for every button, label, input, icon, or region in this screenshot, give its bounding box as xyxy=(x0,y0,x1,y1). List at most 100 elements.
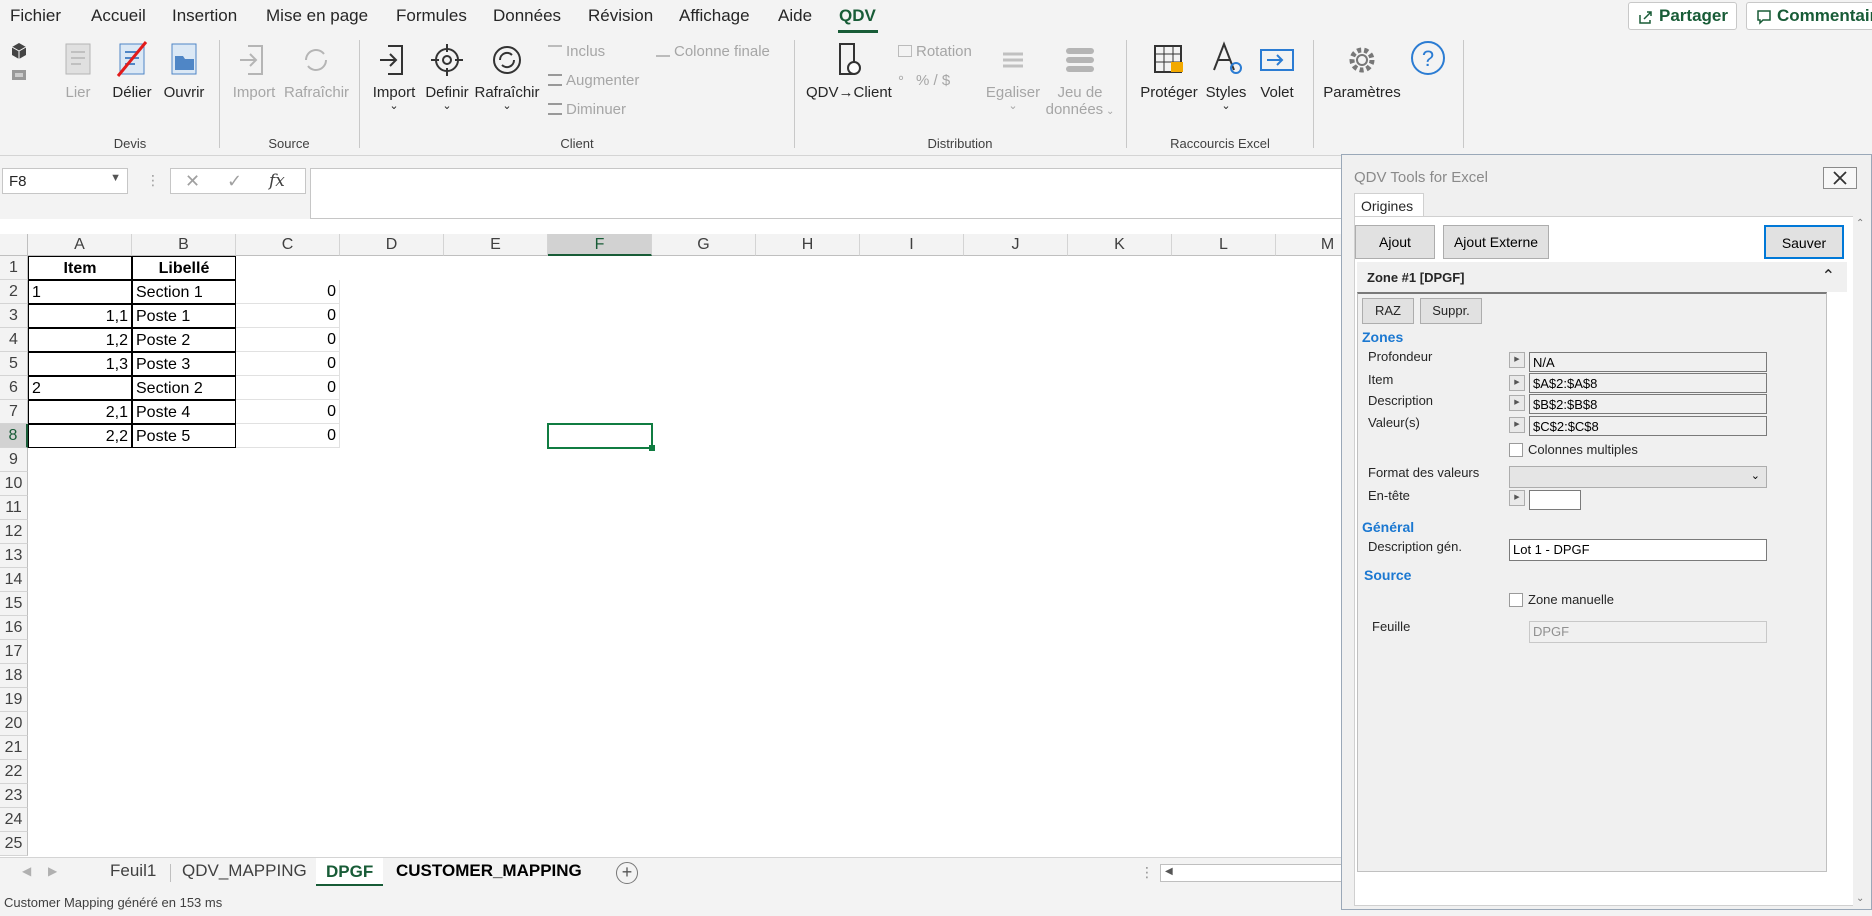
client-import-button[interactable]: Import ⌄ xyxy=(370,40,418,112)
scroll-left-icon[interactable]: ◀ xyxy=(1165,866,1173,877)
profondeur-field[interactable]: N/A xyxy=(1529,352,1767,372)
menu-qdv[interactable]: QDV xyxy=(839,6,876,26)
column-header-l[interactable]: L xyxy=(1172,234,1276,256)
menu-insertion[interactable]: Insertion xyxy=(172,6,237,26)
entete-picker[interactable]: ▶ xyxy=(1509,490,1525,506)
delier-button[interactable]: Délier xyxy=(110,40,154,101)
cell-c8[interactable]: 0 xyxy=(236,424,340,448)
fill-handle[interactable] xyxy=(649,445,655,451)
menu-aide[interactable]: Aide xyxy=(778,6,812,26)
row-header-11[interactable]: 11 xyxy=(0,496,28,520)
menu-revision[interactable]: Révision xyxy=(588,6,653,26)
row-header-18[interactable]: 18 xyxy=(0,664,28,688)
feuille-field[interactable]: DPGF xyxy=(1529,621,1767,643)
menu-formules[interactable]: Formules xyxy=(396,6,467,26)
pane-close-button[interactable] xyxy=(1823,167,1857,189)
cancel-icon[interactable]: ✕ xyxy=(185,171,200,192)
column-header-i[interactable]: I xyxy=(860,234,964,256)
comments-button[interactable]: Commentair xyxy=(1746,2,1872,30)
row-header-4[interactable]: 4 xyxy=(0,328,28,352)
sauver-button[interactable]: Sauver xyxy=(1764,225,1844,259)
definir-button[interactable]: Definir ⌄ xyxy=(422,40,472,112)
augmenter-button[interactable]: Augmenter xyxy=(548,72,639,89)
select-all-corner[interactable] xyxy=(0,234,28,256)
suppr-button[interactable]: Suppr. xyxy=(1420,298,1482,324)
column-header-f[interactable]: F xyxy=(548,234,652,256)
row-header-3[interactable]: 3 xyxy=(0,304,28,328)
menu-accueil[interactable]: Accueil xyxy=(91,6,146,26)
cell-c5[interactable]: 0 xyxy=(236,352,340,376)
qdv-tools-icon[interactable] xyxy=(10,66,28,84)
cell-b5[interactable]: Poste 3 xyxy=(132,352,236,376)
profondeur-picker[interactable]: ▶ xyxy=(1509,352,1525,368)
ouvrir-button[interactable]: Ouvrir xyxy=(162,40,206,101)
scroll-up-icon[interactable]: ⌃ xyxy=(1856,218,1864,229)
valeurs-field[interactable]: $C$2:$C$8 xyxy=(1529,416,1767,436)
item-field[interactable]: $A$2:$A$8 xyxy=(1529,373,1767,393)
column-header-a[interactable]: A xyxy=(28,234,132,256)
jeu-de-donnees-button[interactable]: Jeu de données ⌄ xyxy=(1040,40,1120,118)
column-header-b[interactable]: B xyxy=(132,234,236,256)
parametres-button[interactable]: Paramètres xyxy=(1322,40,1402,101)
cell-a2[interactable]: 1 xyxy=(28,280,132,304)
row-header-16[interactable]: 16 xyxy=(0,616,28,640)
ajout-externe-button[interactable]: Ajout Externe xyxy=(1443,225,1549,259)
more-tabs-icon[interactable]: ⋮ xyxy=(1140,864,1154,881)
source-import-button[interactable]: Import xyxy=(230,40,278,101)
horizontal-scrollbar[interactable]: ◀ xyxy=(1160,864,1344,882)
row-header-19[interactable]: 19 xyxy=(0,688,28,712)
help-button[interactable]: ? xyxy=(1408,40,1448,84)
row-header-13[interactable]: 13 xyxy=(0,544,28,568)
desc-gen-field[interactable]: Lot 1 - DPGF xyxy=(1509,539,1767,561)
colonne-finale-button[interactable]: Colonne finale xyxy=(656,43,770,60)
row-header-2[interactable]: 2 xyxy=(0,280,28,304)
menu-fichier[interactable]: Fichier xyxy=(10,6,61,26)
cell-b1[interactable]: Libellé xyxy=(132,256,236,280)
item-picker[interactable]: ▶ xyxy=(1509,375,1525,391)
cell-a6[interactable]: 2 xyxy=(28,376,132,400)
collapse-icon[interactable]: ⌃ xyxy=(1822,266,1835,286)
column-header-c[interactable]: C xyxy=(236,234,340,256)
row-header-24[interactable]: 24 xyxy=(0,808,28,832)
cell-c7[interactable]: 0 xyxy=(236,400,340,424)
diminuer-button[interactable]: Diminuer xyxy=(548,101,626,118)
confirm-icon[interactable]: ✓ xyxy=(227,171,242,192)
qdv-client-button[interactable]: QDV→Client xyxy=(806,40,892,101)
column-header-h[interactable]: H xyxy=(756,234,860,256)
row-header-1[interactable]: 1 xyxy=(0,256,28,280)
next-sheet-icon[interactable]: ▶ xyxy=(48,864,57,878)
row-header-21[interactable]: 21 xyxy=(0,736,28,760)
row-header-15[interactable]: 15 xyxy=(0,592,28,616)
cell-b2[interactable]: Section 1 xyxy=(132,280,236,304)
formula-input[interactable] xyxy=(310,168,1344,219)
row-header-20[interactable]: 20 xyxy=(0,712,28,736)
row-header-10[interactable]: 10 xyxy=(0,472,28,496)
prev-sheet-icon[interactable]: ◀ xyxy=(22,864,31,878)
ajout-button[interactable]: Ajout xyxy=(1355,225,1435,259)
cell-c4[interactable]: 0 xyxy=(236,328,340,352)
qdv-cube-icon[interactable] xyxy=(10,42,28,60)
row-header-12[interactable]: 12 xyxy=(0,520,28,544)
sheet-tab-qdv-mapping[interactable]: QDV_MAPPING xyxy=(182,861,307,881)
row-header-25[interactable]: 25 xyxy=(0,832,28,856)
row-header-22[interactable]: 22 xyxy=(0,760,28,784)
client-refresh-button[interactable]: Rafraîchir ⌄ xyxy=(474,40,540,112)
row-header-7[interactable]: 7 xyxy=(0,400,28,424)
column-header-d[interactable]: D xyxy=(340,234,444,256)
row-header-23[interactable]: 23 xyxy=(0,784,28,808)
colonnes-multiples-checkbox[interactable] xyxy=(1509,443,1523,457)
row-header-17[interactable]: 17 xyxy=(0,640,28,664)
cell-b6[interactable]: Section 2 xyxy=(132,376,236,400)
sheet-tab-customer-mapping[interactable]: CUSTOMER_MAPPING xyxy=(396,861,582,881)
menu-affichage[interactable]: Affichage xyxy=(679,6,750,26)
valeurs-picker[interactable]: ▶ xyxy=(1509,417,1525,433)
egaliser-button[interactable]: Egaliser ⌄ xyxy=(982,40,1044,112)
column-header-j[interactable]: J xyxy=(964,234,1068,256)
row-header-8[interactable]: 8 xyxy=(0,424,28,448)
entete-field[interactable] xyxy=(1529,490,1581,510)
share-button[interactable]: Partager xyxy=(1628,2,1737,30)
row-header-6[interactable]: 6 xyxy=(0,376,28,400)
cell-c2[interactable]: 0 xyxy=(236,280,340,304)
zone-manuelle-checkbox[interactable] xyxy=(1509,593,1523,607)
pane-scrollbar[interactable]: ⌃ ⌄ xyxy=(1853,216,1869,906)
